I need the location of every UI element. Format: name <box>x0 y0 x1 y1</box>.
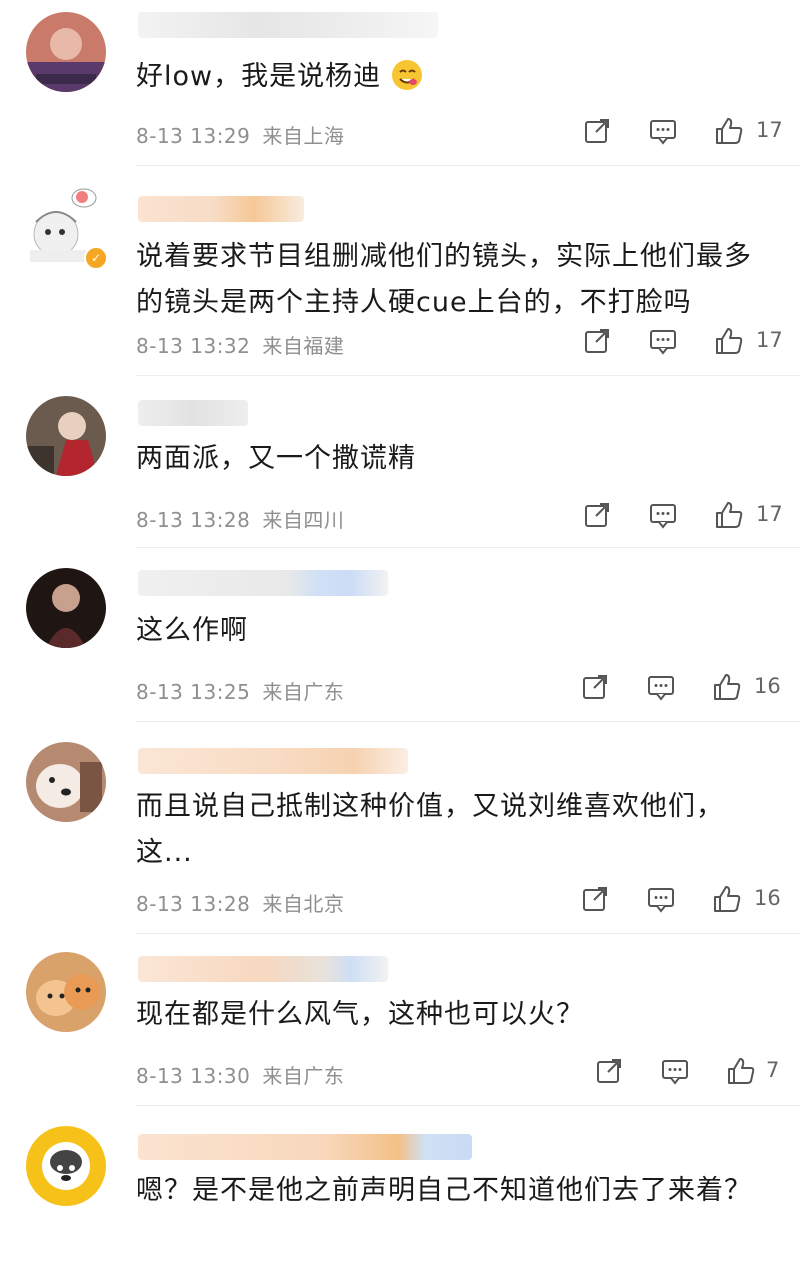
username-blurred[interactable] <box>138 12 438 38</box>
username-blurred[interactable] <box>138 1134 472 1160</box>
comment-location: 来自广东 <box>262 680 345 704</box>
comment-item: 这么作啊 8-13 13:25 来自广东 16 <box>0 548 800 722</box>
comment-actions: 7 <box>594 1056 784 1086</box>
comment-location: 来自北京 <box>262 892 345 916</box>
like-count: 7 <box>766 1058 780 1082</box>
comment-item: ✓ 说着要求节目组删减他们的镜头，实际上他们最多的镜头是两个主持人硬cue上台的… <box>0 166 800 376</box>
comment-location: 来自广东 <box>262 1064 345 1088</box>
avatar[interactable] <box>26 1126 106 1206</box>
share-icon[interactable] <box>580 672 610 702</box>
comment-time: 8-13 13:30 <box>136 1064 251 1088</box>
share-icon[interactable] <box>582 500 612 530</box>
comment-meta: 8-13 13:28 来自四川 <box>136 504 344 533</box>
comment-meta: 8-13 13:30 来自广东 <box>136 1060 344 1089</box>
comment-location: 来自福建 <box>262 334 345 358</box>
like-count: 16 <box>754 674 781 698</box>
avatar[interactable] <box>26 742 106 822</box>
comment-actions: 16 <box>580 672 781 702</box>
avatar[interactable] <box>26 12 106 92</box>
like-icon[interactable] <box>712 884 742 914</box>
comment-text: 说着要求节目组删减他们的镜头，实际上他们最多的镜头是两个主持人硬cue上台的，不… <box>136 241 752 318</box>
share-icon[interactable] <box>582 116 612 146</box>
yum-face-icon <box>391 59 423 91</box>
comment-text: 这么作啊 <box>136 615 248 646</box>
comment-item: 现在都是什么风气，这种也可以火？ 8-13 13:30 来自广东 7 <box>0 934 800 1106</box>
username-blurred[interactable] <box>138 400 248 426</box>
comment-icon[interactable] <box>648 116 678 146</box>
verified-badge-icon: ✓ <box>84 246 108 270</box>
comment-location: 来自四川 <box>262 508 345 532</box>
comment-meta: 8-13 13:28 来自北京 <box>136 888 344 917</box>
like-icon[interactable] <box>714 116 744 146</box>
like-count: 17 <box>756 328 783 352</box>
comment-time: 8-13 13:28 <box>136 892 251 916</box>
comment-item: 而且说自己抵制这种价值，又说刘维喜欢他们，这... 8-13 13:28 来自北京… <box>0 722 800 934</box>
like-count: 17 <box>756 502 783 526</box>
comment-location: 来自上海 <box>262 124 345 148</box>
comment-text: 嗯？是不是他之前声明自己不知道他们去了来着？ <box>136 1175 752 1206</box>
username-blurred[interactable] <box>138 956 388 982</box>
share-icon[interactable] <box>580 884 610 914</box>
avatar[interactable] <box>26 952 106 1032</box>
comment-actions: 17 <box>582 500 783 530</box>
comment-meta: 8-13 13:25 来自广东 <box>136 676 344 705</box>
username-blurred[interactable] <box>138 748 408 774</box>
comment-icon[interactable] <box>660 1056 690 1086</box>
comment-text: 而且说自己抵制这种价值，又说刘维喜欢他们，这... <box>136 791 724 868</box>
share-icon[interactable] <box>594 1056 624 1086</box>
comment-text: 现在都是什么风气，这种也可以火？ <box>136 999 584 1030</box>
avatar[interactable] <box>26 568 106 648</box>
comment-actions: 16 <box>580 884 781 914</box>
comment-item: 嗯？是不是他之前声明自己不知道他们去了来着？ <box>0 1106 800 1269</box>
comment-actions: 17 <box>582 326 783 356</box>
like-icon[interactable] <box>712 672 742 702</box>
like-icon[interactable] <box>714 500 744 530</box>
comment-actions: 17 <box>582 116 783 146</box>
avatar[interactable] <box>26 396 106 476</box>
like-icon[interactable] <box>714 326 744 356</box>
share-icon[interactable] <box>582 326 612 356</box>
username-blurred[interactable] <box>138 570 388 596</box>
like-icon[interactable] <box>726 1056 756 1086</box>
comment-time: 8-13 13:29 <box>136 124 251 148</box>
like-count: 16 <box>754 886 781 910</box>
comment-meta: 8-13 13:29 来自上海 <box>136 120 344 149</box>
comment-icon[interactable] <box>648 500 678 530</box>
comment-item: 两面派，又一个撒谎精 8-13 13:28 来自四川 17 <box>0 376 800 548</box>
like-count: 17 <box>756 118 783 142</box>
comment-time: 8-13 13:25 <box>136 680 251 704</box>
comment-time: 8-13 13:32 <box>136 334 251 358</box>
comment-icon[interactable] <box>646 672 676 702</box>
comment-icon[interactable] <box>646 884 676 914</box>
comment-time: 8-13 13:28 <box>136 508 251 532</box>
comment-text: 两面派，又一个撒谎精 <box>136 443 416 474</box>
comment-icon[interactable] <box>648 326 678 356</box>
comment-item: 好low，我是说杨迪 8-13 13:29 来自上海 17 <box>0 0 800 166</box>
comment-meta: 8-13 13:32 来自福建 <box>136 330 344 359</box>
username-blurred[interactable] <box>138 196 304 222</box>
comment-text: 好low，我是说杨迪 <box>136 54 776 100</box>
